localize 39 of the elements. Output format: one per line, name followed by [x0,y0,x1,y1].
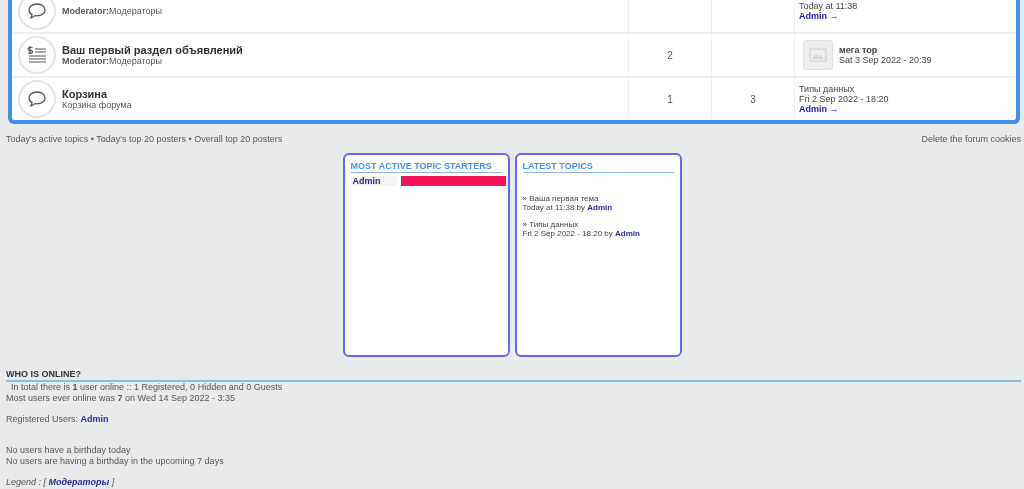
topic-count: 2 [667,49,673,61]
list-icon [27,45,47,65]
last-post-author-link[interactable]: Admin → [799,104,889,114]
online-total: In total there is 1 user online :: 1 Registered, 0 Hidden and 0 Guests [10,382,284,393]
delete-cookies-link[interactable]: Delete the forum cookies [921,134,1021,144]
online-record: Most users ever online was 7 on Wed 14 Sep 2022 - 3:35 [6,393,236,404]
forum-title[interactable]: Ваш первый раздел объявлений [62,44,243,56]
last-post-author-link[interactable]: Admin → [799,11,858,21]
forum-description: Корзина форума [62,100,132,110]
topic-meta: Fri 2 Sep 2022 - 18:20 by Admin [522,229,641,238]
legend: Legend : [ Модераторы ] [6,477,1021,488]
user-link[interactable]: Admin [80,414,109,424]
last-post-date: Sat 3 Sep 2022 - 20:39 [839,55,932,65]
panel-title: MOST ACTIVE TOPIC STARTERS [350,159,502,173]
forum-description: Moderator:Модераторы [62,56,163,66]
post-count: 3 [750,93,756,105]
birthday-upcoming: No users are having a birthday in the upcoming 7 days [6,456,225,467]
last-post-date: Today at 11:38 [799,1,858,11]
topic-meta: Today at 11:38 by Admin [522,203,614,212]
author-link[interactable]: Admin [587,203,613,212]
author-link[interactable]: Admin [615,229,640,238]
registered-users: Registered Users: Admin [6,414,110,425]
speech-bubble-icon [27,2,47,20]
last-post-topic[interactable]: Типы данных [799,84,889,94]
image-placeholder-icon [803,40,833,70]
panel-title: LATEST TOPICS [522,159,674,173]
poster-name[interactable]: Admin [350,176,397,186]
topic-link[interactable]: » Типы данных [522,220,674,229]
birthday-today: No users have a birthday today [6,445,132,456]
last-post-topic[interactable]: мега тор [839,45,932,55]
group-link[interactable]: Модераторы [48,477,110,487]
section-title: WHO IS ONLINE? [6,369,1021,382]
last-post-date: Fri 2 Sep 2022 - 18:20 [799,94,889,104]
speech-bubble-icon [27,90,47,108]
stats-links: Today's active topics • Today's top 20 posters • Overall top 20 posters [6,134,283,144]
forum-description: Moderator:Модераторы [62,6,162,16]
topic-count: 1 [667,93,673,105]
topic-link[interactable]: » Ваша первая тема [522,194,674,203]
forum-title[interactable]: Корзина [62,88,132,100]
